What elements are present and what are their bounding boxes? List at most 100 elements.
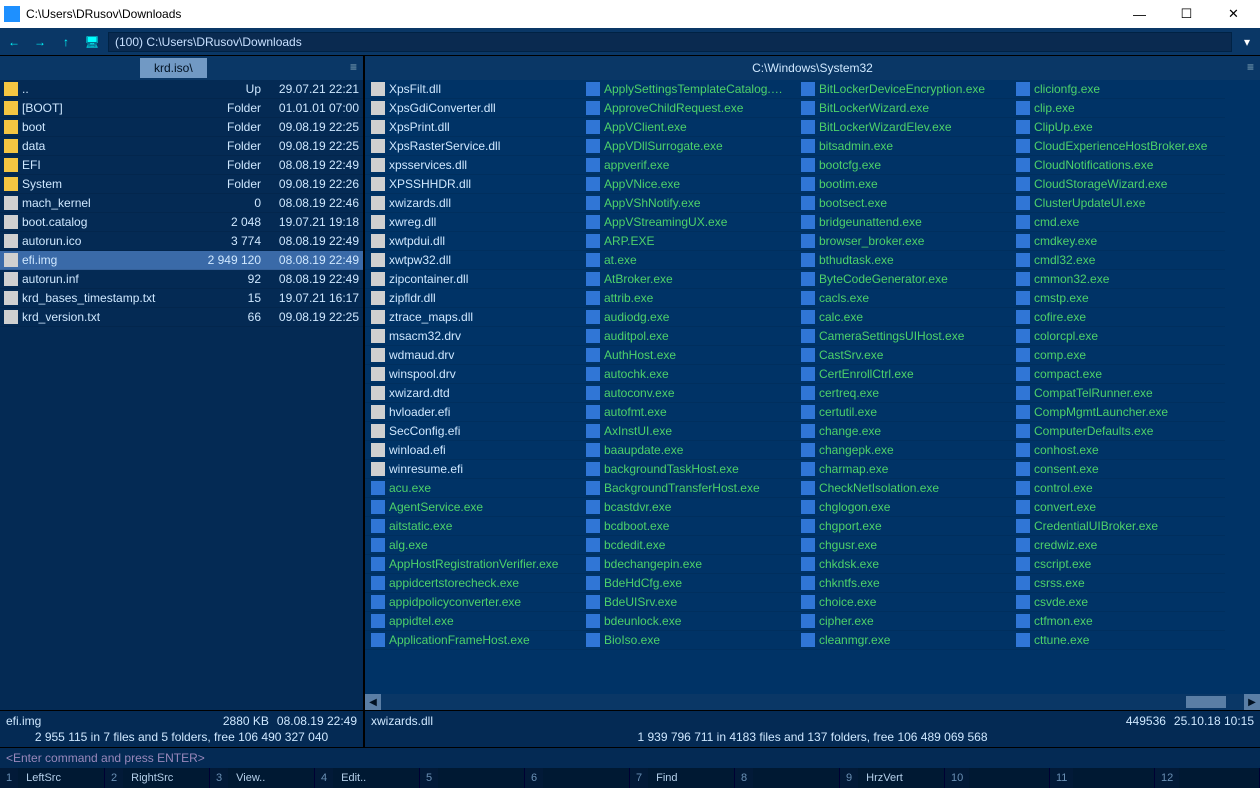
file-row[interactable]: AgentService.exe xyxy=(365,498,580,517)
file-row[interactable]: cscript.exe xyxy=(1010,555,1225,574)
file-row[interactable]: compact.exe xyxy=(1010,365,1225,384)
file-row[interactable]: certreq.exe xyxy=(795,384,1010,403)
left-file-list[interactable]: ..Up29.07.21 22:21[BOOT]Folder01.01.01 0… xyxy=(0,80,363,710)
file-row[interactable]: csrss.exe xyxy=(1010,574,1225,593)
computer-icon[interactable]: 🖥 xyxy=(82,32,102,52)
file-row[interactable]: AppVShNotify.exe xyxy=(580,194,795,213)
file-row[interactable]: backgroundTaskHost.exe xyxy=(580,460,795,479)
scroll-left-icon[interactable]: ◀ xyxy=(365,694,381,710)
file-row[interactable]: ztrace_maps.dll xyxy=(365,308,580,327)
file-row[interactable]: xwreg.dll xyxy=(365,213,580,232)
file-row[interactable]: cleanmgr.exe xyxy=(795,631,1010,650)
file-row[interactable]: bootim.exe xyxy=(795,175,1010,194)
file-row[interactable]: zipfldr.dll xyxy=(365,289,580,308)
file-row[interactable]: bitsadmin.exe xyxy=(795,137,1010,156)
command-line[interactable]: <Enter command and press ENTER> xyxy=(0,747,1260,768)
file-row[interactable]: autoconv.exe xyxy=(580,384,795,403)
file-row[interactable]: browser_broker.exe xyxy=(795,232,1010,251)
file-row[interactable]: AppVStreamingUX.exe xyxy=(580,213,795,232)
file-row[interactable]: CloudNotifications.exe xyxy=(1010,156,1225,175)
file-row[interactable]: appidcertstorecheck.exe xyxy=(365,574,580,593)
file-row[interactable]: aitstatic.exe xyxy=(365,517,580,536)
file-row[interactable]: ARP.EXE xyxy=(580,232,795,251)
file-row[interactable]: AuthHost.exe xyxy=(580,346,795,365)
file-row[interactable]: BitLockerWizardElev.exe xyxy=(795,118,1010,137)
file-row[interactable]: chgport.exe xyxy=(795,517,1010,536)
file-row[interactable]: credwiz.exe xyxy=(1010,536,1225,555)
file-row[interactable]: ApplicationFrameHost.exe xyxy=(365,631,580,650)
file-row[interactable]: AppVDllSurrogate.exe xyxy=(580,137,795,156)
fkey-6[interactable]: 6 xyxy=(525,768,630,788)
file-row[interactable]: certutil.exe xyxy=(795,403,1010,422)
file-row[interactable]: consent.exe xyxy=(1010,460,1225,479)
file-row[interactable]: boot.catalog2 04819.07.21 19:18 xyxy=(0,213,363,232)
file-row[interactable]: krd_bases_timestamp.txt1519.07.21 16:17 xyxy=(0,289,363,308)
file-row[interactable]: CompatTelRunner.exe xyxy=(1010,384,1225,403)
file-row[interactable]: attrib.exe xyxy=(580,289,795,308)
file-row[interactable]: dataFolder09.08.19 22:25 xyxy=(0,137,363,156)
file-row[interactable]: baaupdate.exe xyxy=(580,441,795,460)
file-row[interactable]: xwtpw32.dll xyxy=(365,251,580,270)
file-row[interactable]: AtBroker.exe xyxy=(580,270,795,289)
file-row[interactable]: BitLockerDeviceEncryption.exe xyxy=(795,80,1010,99)
file-row[interactable]: chgusr.exe xyxy=(795,536,1010,555)
fkey-5[interactable]: 5 xyxy=(420,768,525,788)
fkey-8[interactable]: 8 xyxy=(735,768,840,788)
file-row[interactable]: ctfmon.exe xyxy=(1010,612,1225,631)
file-row[interactable]: krd_version.txt6609.08.19 22:25 xyxy=(0,308,363,327)
file-row[interactable]: hvloader.efi xyxy=(365,403,580,422)
file-row[interactable]: XpsGdiConverter.dll xyxy=(365,99,580,118)
file-row[interactable]: msacm32.drv xyxy=(365,327,580,346)
file-row[interactable]: XPSSHHDR.dll xyxy=(365,175,580,194)
file-row[interactable]: calc.exe xyxy=(795,308,1010,327)
close-button[interactable]: ✕ xyxy=(1211,2,1256,26)
scroll-thumb[interactable] xyxy=(1186,696,1226,708)
fkey-11[interactable]: 11 xyxy=(1050,768,1155,788)
file-row[interactable]: auditpol.exe xyxy=(580,327,795,346)
file-row[interactable]: bdeunlock.exe xyxy=(580,612,795,631)
file-row[interactable]: bcastdvr.exe xyxy=(580,498,795,517)
file-row[interactable]: SecConfig.efi xyxy=(365,422,580,441)
maximize-button[interactable]: ☐ xyxy=(1164,2,1209,26)
file-row[interactable]: clip.exe xyxy=(1010,99,1225,118)
left-tab[interactable]: krd.iso\ xyxy=(140,58,207,78)
file-row[interactable]: CastSrv.exe xyxy=(795,346,1010,365)
fkey-1[interactable]: 1LeftSrc xyxy=(0,768,105,788)
file-row[interactable]: control.exe xyxy=(1010,479,1225,498)
address-bar[interactable]: (100) C:\Users\DRusov\Downloads xyxy=(108,32,1232,52)
file-row[interactable]: SystemFolder09.08.19 22:26 xyxy=(0,175,363,194)
file-row[interactable]: autorun.inf9208.08.19 22:49 xyxy=(0,270,363,289)
file-row[interactable]: ByteCodeGenerator.exe xyxy=(795,270,1010,289)
file-row[interactable]: AppVNice.exe xyxy=(580,175,795,194)
right-file-grid[interactable]: XpsFilt.dllXpsGdiConverter.dllXpsPrint.d… xyxy=(365,80,1260,694)
file-row[interactable]: chkdsk.exe xyxy=(795,555,1010,574)
file-row[interactable]: BdeHdCfg.exe xyxy=(580,574,795,593)
file-row[interactable]: bootcfg.exe xyxy=(795,156,1010,175)
fkey-3[interactable]: 3View.. xyxy=(210,768,315,788)
file-row[interactable]: cmmon32.exe xyxy=(1010,270,1225,289)
file-row[interactable]: comp.exe xyxy=(1010,346,1225,365)
file-row[interactable]: CameraSettingsUIHost.exe xyxy=(795,327,1010,346)
file-row[interactable]: CertEnrollCtrl.exe xyxy=(795,365,1010,384)
file-row[interactable]: XpsPrint.dll xyxy=(365,118,580,137)
forward-button[interactable]: → xyxy=(30,32,50,52)
file-row[interactable]: mach_kernel008.08.19 22:46 xyxy=(0,194,363,213)
file-row[interactable]: winload.efi xyxy=(365,441,580,460)
file-row[interactable]: appidpolicyconverter.exe xyxy=(365,593,580,612)
file-row[interactable]: winspool.drv xyxy=(365,365,580,384)
file-row[interactable]: cmstp.exe xyxy=(1010,289,1225,308)
file-row[interactable]: CredentialUIBroker.exe xyxy=(1010,517,1225,536)
file-row[interactable]: bcdedit.exe xyxy=(580,536,795,555)
right-scrollbar[interactable]: ◀ ▶ xyxy=(365,694,1260,710)
file-row[interactable]: XpsRasterService.dll xyxy=(365,137,580,156)
hamburger-icon[interactable]: ≡ xyxy=(1247,60,1254,74)
file-row[interactable]: zipcontainer.dll xyxy=(365,270,580,289)
file-row[interactable]: cmdkey.exe xyxy=(1010,232,1225,251)
file-row[interactable]: wdmaud.drv xyxy=(365,346,580,365)
file-row[interactable]: xwizard.dtd xyxy=(365,384,580,403)
file-row[interactable]: appidtel.exe xyxy=(365,612,580,631)
minimize-button[interactable]: — xyxy=(1117,2,1162,26)
file-row[interactable]: chkntfs.exe xyxy=(795,574,1010,593)
file-row[interactable]: change.exe xyxy=(795,422,1010,441)
file-row[interactable]: ApproveChildRequest.exe xyxy=(580,99,795,118)
